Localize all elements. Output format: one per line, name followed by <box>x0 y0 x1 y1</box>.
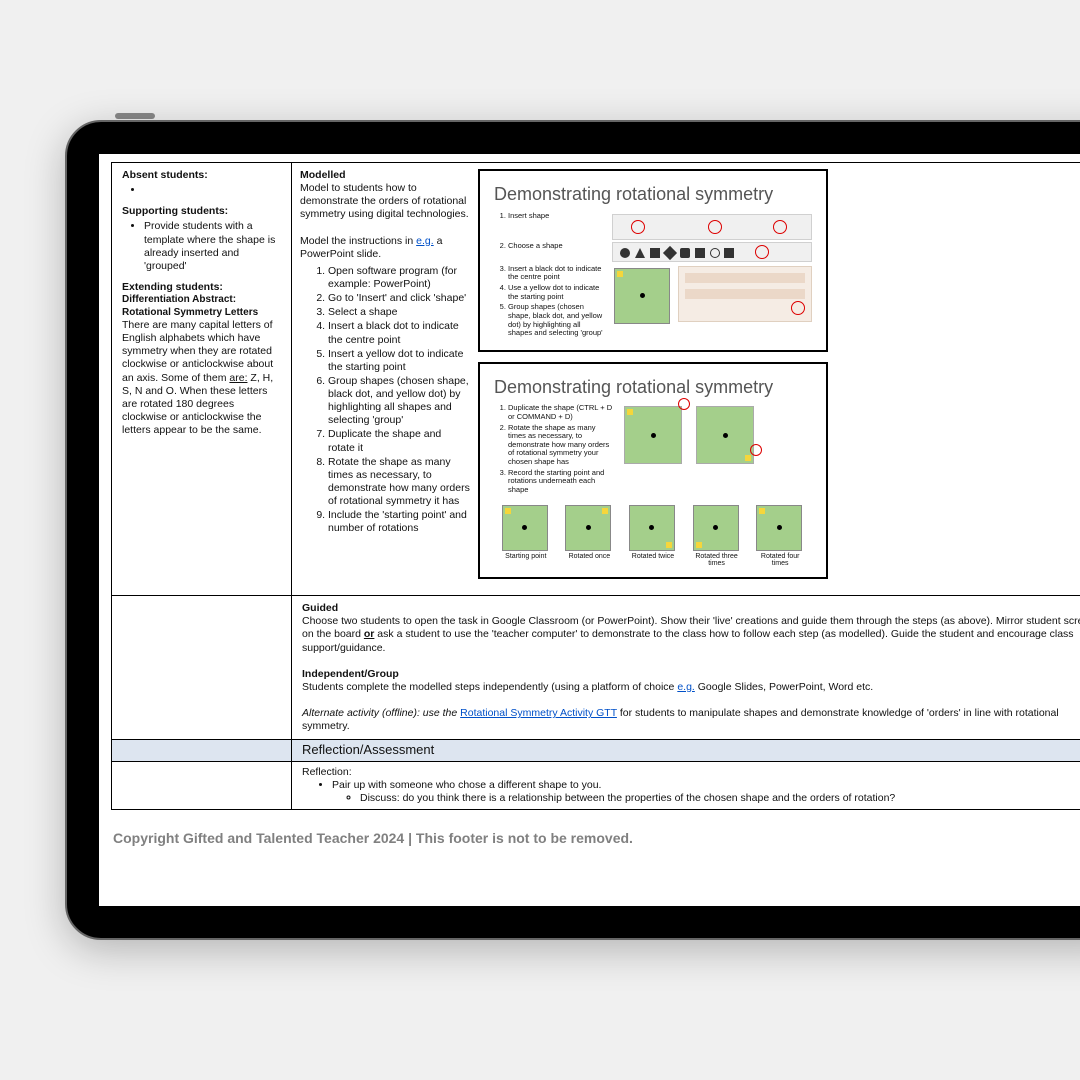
cap-2: Rotated twice <box>627 553 679 560</box>
supporting-item: Provide students with a template where t… <box>144 220 281 273</box>
step-9: Include the 'starting point' and number … <box>328 509 470 535</box>
sidebar-column: Absent students: Supporting students: Pr… <box>112 163 292 595</box>
fig2-step-1: Duplicate the shape (CTRL + D or COMMAND… <box>508 404 614 421</box>
ribbon-1 <box>612 214 812 240</box>
step-7: Duplicate the shape and rotate it <box>328 428 470 454</box>
step-8: Rotate the shape as many times as necess… <box>328 456 470 509</box>
fig2-step-3: Record the starting point and rotations … <box>508 469 614 495</box>
fig1-step-4: Use a yellow dot to indicate the startin… <box>508 284 604 301</box>
guided-heading: Guided <box>302 602 1080 615</box>
modelled-intro: Model to students how to demonstrate the… <box>300 182 470 221</box>
reflection-discuss: Discuss: do you think there is a relatio… <box>360 792 1080 805</box>
absent-heading: Absent students: <box>122 169 281 182</box>
guided-body: Choose two students to open the task in … <box>302 615 1080 654</box>
tablet-speaker <box>115 113 155 119</box>
fig1-steps: Insert shape Choose a shape Insert a bla… <box>494 212 604 340</box>
fig2-top-squares <box>622 404 812 496</box>
alt-link[interactable]: Rotational Symmetry Activity GTT <box>460 707 617 719</box>
step-5: Insert a yellow dot to indicate the star… <box>328 348 470 374</box>
figure-slide-1: Demonstrating rotational symmetry Insert… <box>478 169 828 352</box>
extending-heading: Extending students: <box>122 281 281 294</box>
guided-section: Guided Choose two students to open the t… <box>111 596 1080 740</box>
reflection-heading: Reflection: <box>302 766 1080 779</box>
guided-b: ask a student to use the 'teacher comput… <box>302 628 1074 653</box>
activity-column: Modelled Model to students how to demons… <box>292 163 478 595</box>
cap-0: Starting point <box>500 553 552 560</box>
document-body: Absent students: Supporting students: Pr… <box>111 162 1080 906</box>
fig1-step-1: Insert shape <box>508 212 604 221</box>
alt-a: Alternate activity (offline): use the <box>302 707 460 719</box>
fig2-steps: Duplicate the shape (CTRL + D or COMMAND… <box>494 404 614 496</box>
page-footer: Copyright Gifted and Talented Teacher 20… <box>111 830 1080 848</box>
fig1-green-square <box>614 268 670 324</box>
indep-body: Students complete the modelled steps ind… <box>302 681 1080 694</box>
reflection-body: Reflection: Pair up with someone who cho… <box>111 762 1080 810</box>
step-6: Group shapes (chosen shape, black dot, a… <box>328 375 470 428</box>
model-instr-eg: e.g. <box>416 235 434 247</box>
cap-3: Rotated three times <box>691 553 743 568</box>
modelled-heading: Modelled <box>300 169 470 182</box>
model-instr-a: Model the instructions in <box>300 235 416 247</box>
reflection-list: Pair up with someone who chose a differe… <box>302 779 1080 805</box>
step-1: Open software program (for example: Powe… <box>328 265 470 291</box>
diff-body: There are many capital letters of Englis… <box>122 319 281 437</box>
indep-a: Students complete the modelled steps ind… <box>302 681 677 693</box>
indep-heading: Independent/Group <box>302 668 1080 681</box>
cap-1: Rotated once <box>563 553 615 560</box>
reflection-pair: Pair up with someone who chose a differe… <box>332 779 1080 805</box>
figure-column: Demonstrating rotational symmetry Insert… <box>478 163 1080 595</box>
fig1-format-panel <box>678 266 812 322</box>
supporting-heading: Supporting students: <box>122 205 281 218</box>
guided-or: or <box>364 628 375 640</box>
absent-item-empty <box>144 184 281 197</box>
reflection-bar-label: Reflection/Assessment <box>302 742 434 758</box>
ribbon-2 <box>612 242 812 262</box>
fig1-title: Demonstrating rotational symmetry <box>494 183 812 206</box>
fig1-step-3: Insert a black dot to indicate the centr… <box>508 265 604 282</box>
fig2-title: Demonstrating rotational symmetry <box>494 376 812 399</box>
fig2-step-2: Rotate the shape as many times as necess… <box>508 424 614 467</box>
step-list: Open software program (for example: Powe… <box>300 265 470 536</box>
indep-eg: e.g. <box>677 681 695 693</box>
fig1-graphics <box>612 212 812 340</box>
fig2-row-squares: Starting point Rotated once Rotated twic… <box>494 503 812 568</box>
indep-b: Google Slides, PowerPoint, Word etc. <box>695 681 873 693</box>
cap-4: Rotated four times <box>754 553 806 568</box>
step-4: Insert a black dot to indicate the centr… <box>328 320 470 346</box>
reflection-pair-text: Pair up with someone who chose a differe… <box>332 779 601 791</box>
diff-title: Differentiation Abstract: Rotational Sym… <box>122 294 281 319</box>
fig1-step-2: Choose a shape <box>508 242 604 251</box>
model-instructions: Model the instructions in e.g. a PowerPo… <box>300 235 470 261</box>
document-screen: Absent students: Supporting students: Pr… <box>99 154 1080 906</box>
step-2: Go to 'Insert' and click 'shape' <box>328 292 470 305</box>
figure-slide-2: Demonstrating rotational symmetry Duplic… <box>478 362 828 579</box>
tablet-frame: Absent students: Supporting students: Pr… <box>65 120 1080 940</box>
fig1-step-5: Group shapes (chosen shape, black dot, a… <box>508 303 604 338</box>
main-content-row: Absent students: Supporting students: Pr… <box>111 162 1080 596</box>
alt-activity: Alternate activity (offline): use the Ro… <box>302 707 1080 733</box>
reflection-bar: Reflection/Assessment <box>111 740 1080 761</box>
step-3: Select a shape <box>328 306 470 319</box>
diff-body-are: are: <box>229 372 247 384</box>
